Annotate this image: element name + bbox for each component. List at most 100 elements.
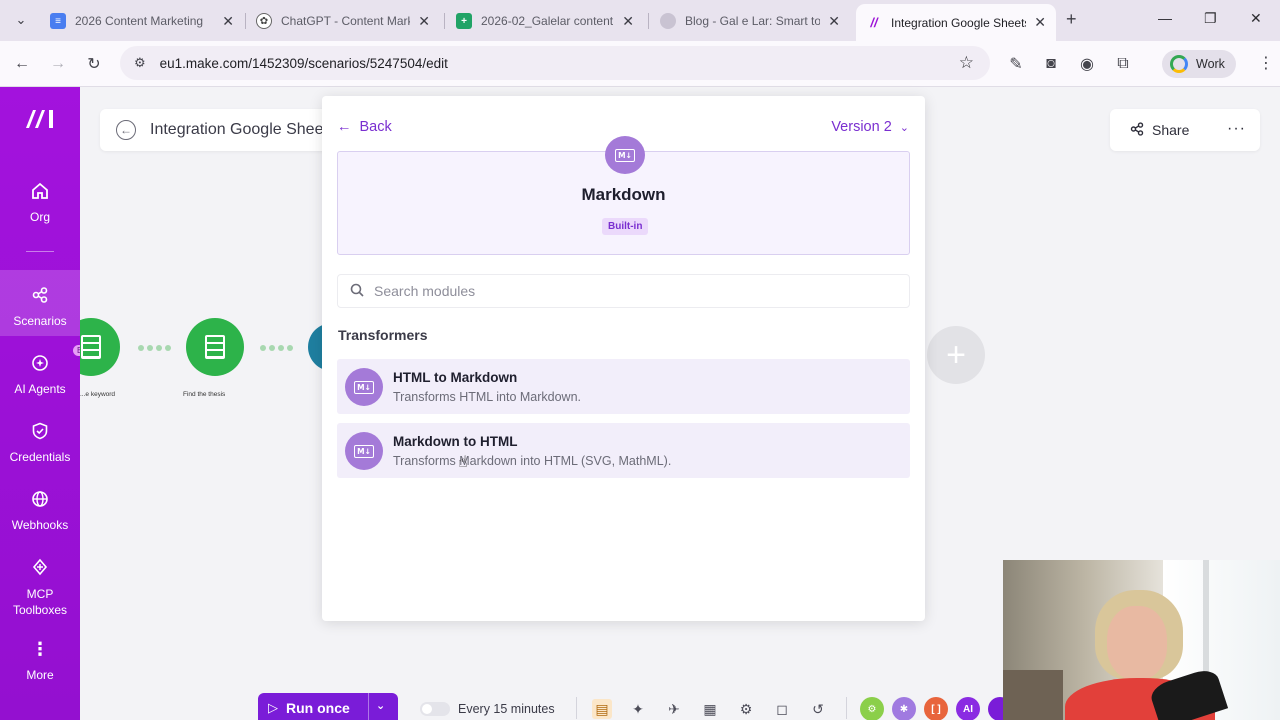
tab-title: 2026 Content Marketing bbox=[75, 14, 204, 28]
tab-title: Blog - Gal e Lar: Smart to bbox=[685, 14, 821, 28]
google-sheets-node[interactable] bbox=[186, 318, 244, 376]
back-button[interactable]: ← Back bbox=[337, 119, 392, 135]
blog-icon bbox=[660, 13, 676, 29]
app-card: M↓ Markdown Built-in bbox=[337, 136, 910, 255]
back-label: Back bbox=[359, 119, 392, 135]
history-icon[interactable]: ↺ bbox=[808, 699, 828, 719]
arrow-left-icon: ← bbox=[337, 119, 352, 135]
extension-circle-icon[interactable]: ◉ bbox=[1074, 51, 1100, 77]
profile-chip[interactable]: Work bbox=[1162, 50, 1236, 78]
site-settings-icon[interactable]: ⚙ bbox=[134, 55, 146, 71]
chevron-down-icon[interactable]: ⌄ bbox=[376, 699, 385, 712]
more-vertical-icon: ⋮ bbox=[31, 638, 49, 659]
flow-control-icon[interactable]: ✱ bbox=[892, 697, 916, 720]
search-modules-input[interactable] bbox=[374, 283, 874, 299]
sidebar-item-webhooks[interactable]: Webhooks bbox=[0, 488, 80, 532]
version-dropdown[interactable]: Version 2 ⌄ bbox=[831, 119, 909, 135]
close-tab-icon[interactable]: ✕ bbox=[222, 13, 234, 30]
chatgpt-icon: ✿ bbox=[256, 13, 272, 29]
plane-icon[interactable]: ✈ bbox=[664, 699, 684, 719]
markdown-icon: M↓ bbox=[345, 368, 383, 406]
puzzle-icon[interactable]: ⧉ bbox=[1110, 51, 1136, 77]
sidebar-item-label: Org bbox=[29, 210, 50, 224]
share-icon bbox=[1130, 121, 1144, 139]
connector-dots bbox=[260, 345, 293, 351]
connector-dots bbox=[138, 345, 171, 351]
share-toolbar: Share ··· bbox=[1110, 109, 1260, 151]
node-label: ...e keyword bbox=[80, 391, 116, 398]
close-tab-icon[interactable]: ✕ bbox=[622, 13, 634, 30]
toolbox-icon bbox=[29, 556, 51, 578]
sheets-icon bbox=[81, 335, 101, 359]
add-module-plus-icon[interactable]: + bbox=[927, 326, 985, 384]
profile-label: Work bbox=[1196, 57, 1225, 71]
module-title: Markdown to HTML bbox=[393, 434, 518, 449]
browser-tab-active[interactable]: // Integration Google Sheets ✕ bbox=[856, 4, 1056, 41]
magic-wand-icon[interactable]: ✦ bbox=[628, 699, 648, 719]
module-picker-panel: ← Back Version 2 ⌄ M↓ Markdown Built-in … bbox=[322, 96, 925, 621]
toggle-switch[interactable] bbox=[420, 702, 450, 716]
module-description: Transforms HTML into Markdown. bbox=[393, 390, 582, 404]
scenario-title[interactable]: Integration Google Sheets bbox=[150, 121, 336, 139]
ai-icon[interactable]: AI bbox=[956, 697, 980, 720]
browser-tab-4[interactable]: Blog - Gal e Lar: Smart to ✕ bbox=[650, 6, 850, 36]
tab-title: Integration Google Sheets bbox=[891, 15, 1027, 30]
address-bar[interactable]: ⚙ eu1.make.com/1452309/scenarios/5247504… bbox=[120, 46, 990, 80]
browser-tab-1[interactable]: ≡ 2026 Content Marketing ✕ bbox=[40, 6, 244, 36]
data-store-icon[interactable]: ▦ bbox=[700, 699, 720, 719]
share-label: Share bbox=[1152, 122, 1190, 138]
tools-circle-icon[interactable]: ⚙ bbox=[860, 697, 884, 720]
make-icon: // bbox=[870, 15, 878, 30]
url-text: eu1.make.com/1452309/scenarios/5247504/e… bbox=[159, 55, 448, 71]
sidebar-item-label: AI Agents bbox=[14, 382, 66, 396]
run-once-button[interactable]: ▷ Run once ⌄ bbox=[258, 693, 398, 720]
shield-icon bbox=[29, 420, 51, 442]
module-title: HTML to Markdown bbox=[393, 370, 518, 385]
pen-icon[interactable]: ✎ bbox=[1003, 51, 1029, 77]
back-arrow-icon[interactable]: ← bbox=[9, 51, 35, 77]
sidebar-item-label: Webhooks bbox=[11, 518, 69, 532]
notes-icon[interactable]: ▤ bbox=[592, 699, 612, 719]
bottom-toolbar: ▷ Run once ⌄ Every 15 minutes ▤ ✦ ✈ ▦ ⚙ … bbox=[258, 693, 1018, 720]
more-options-icon[interactable]: ··· bbox=[1227, 120, 1246, 138]
minimize-icon[interactable]: — bbox=[1158, 10, 1172, 26]
app-name: Markdown bbox=[581, 185, 666, 204]
sidebar-item-mcp-toolboxes[interactable]: MCP Toolboxes bbox=[0, 556, 80, 618]
new-tab-icon[interactable]: + bbox=[1066, 9, 1077, 30]
module-item-html-to-markdown[interactable]: M↓ HTML to Markdown Transforms HTML into… bbox=[337, 359, 910, 414]
sidebar-item-credentials[interactable]: Credentials bbox=[0, 420, 80, 464]
sheets-icon bbox=[205, 335, 225, 359]
play-icon: ▷ bbox=[268, 700, 278, 715]
sidebar-item-more[interactable]: ⋮ More bbox=[0, 638, 80, 683]
back-circle-icon[interactable]: ← bbox=[116, 120, 136, 140]
search-modules-field[interactable] bbox=[337, 274, 910, 308]
sidebar-item-ai-agents[interactable]: Beta AI Agents bbox=[0, 345, 98, 396]
close-tab-icon[interactable]: ✕ bbox=[1034, 14, 1046, 31]
bookmark-star-icon[interactable]: ☆ bbox=[959, 53, 974, 73]
share-button[interactable]: Share bbox=[1130, 121, 1190, 139]
restore-icon[interactable]: ❐ bbox=[1204, 10, 1217, 27]
text-parser-icon[interactable]: [ ] bbox=[924, 697, 948, 720]
schedule-label: Every 15 minutes bbox=[458, 702, 555, 716]
tab-search-icon[interactable]: ⌄ bbox=[8, 8, 34, 32]
module-item-markdown-to-html[interactable]: M↓ Markdown to HTML Transforms Markdown … bbox=[337, 423, 910, 478]
close-tab-icon[interactable]: ✕ bbox=[418, 13, 430, 30]
sidebar-item-org[interactable]: Org bbox=[0, 180, 80, 224]
forward-arrow-icon[interactable]: → bbox=[45, 51, 71, 77]
sidebar-item-scenarios[interactable]: Scenarios bbox=[0, 270, 80, 336]
browser-tab-2[interactable]: ✿ ChatGPT - Content Mark ✕ bbox=[246, 6, 440, 36]
google-sheets-node[interactable] bbox=[80, 318, 120, 376]
close-window-icon[interactable]: ✕ bbox=[1250, 10, 1262, 27]
markdown-glyph: M↓ bbox=[354, 380, 374, 394]
camera-icon[interactable]: ◙ bbox=[1038, 51, 1064, 77]
reload-icon[interactable]: ↻ bbox=[81, 51, 107, 77]
run-label: Run once bbox=[286, 700, 350, 716]
sidebar-item-label: Scenarios bbox=[13, 314, 67, 328]
browser-menu-icon[interactable]: ⋮ bbox=[1258, 53, 1274, 73]
browser-tab-3[interactable]: + 2026-02_Galelar content ✕ bbox=[446, 6, 644, 36]
settings-gear-icon[interactable]: ⚙ bbox=[736, 699, 756, 719]
make-logo-icon[interactable] bbox=[24, 106, 58, 130]
close-tab-icon[interactable]: ✕ bbox=[828, 13, 840, 30]
schedule-toggle[interactable]: Every 15 minutes bbox=[420, 702, 555, 716]
note-icon[interactable]: ◻ bbox=[772, 699, 792, 719]
